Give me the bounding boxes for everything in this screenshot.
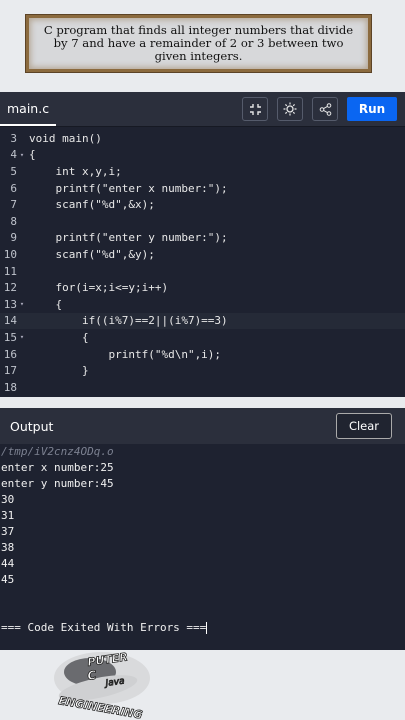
output-line: === Code Exited With Errors ===	[1, 621, 208, 634]
code-line[interactable]: 12 for(i=x;i<=y;i++)	[0, 279, 405, 296]
code-text: if((i%7)==2||(i%7)==3)	[29, 314, 228, 328]
fold-arrow-icon[interactable]: ▾	[17, 151, 27, 159]
editor-toolbar: main.c Run	[0, 92, 405, 127]
code-text: {	[29, 148, 36, 162]
line-number: 3	[10, 131, 17, 145]
run-button[interactable]: Run	[347, 97, 397, 121]
output-header: Output Clear	[0, 408, 405, 444]
code-text: }	[29, 364, 89, 378]
code-line[interactable]: 5 int x,y,i;	[0, 163, 405, 180]
code-line[interactable]: 11	[0, 263, 405, 280]
line-number: 9	[10, 231, 17, 245]
share-icon[interactable]	[312, 97, 338, 121]
title-banner: C program that finds all integer numbers…	[26, 15, 371, 72]
code-line[interactable]: 16 printf("%d\n",i);	[0, 346, 405, 363]
line-number: 6	[10, 181, 17, 195]
code-line[interactable]: 17 }	[0, 362, 405, 379]
code-line[interactable]: 10 scanf("%d",&y);	[0, 246, 405, 263]
code-line[interactable]: 15 ▾ {	[0, 329, 405, 346]
code-line[interactable]: 4 ▾{	[0, 147, 405, 164]
file-tab[interactable]: main.c	[0, 92, 57, 126]
line-number: 11	[3, 264, 17, 278]
code-line[interactable]: 13 ▾ {	[0, 296, 405, 313]
code-line[interactable]: 7 scanf("%d",&x);	[0, 196, 405, 213]
line-number: 5	[10, 164, 17, 178]
output-line: enter y number:45	[1, 477, 114, 490]
line-number: 10	[3, 247, 17, 261]
code-text: {	[29, 297, 63, 311]
line-number: 18	[3, 380, 17, 394]
output-console[interactable]: /tmp/iV2cnz4ODq.o enter x number:25 enter…	[0, 444, 405, 650]
code-text: void main()	[29, 131, 102, 145]
code-line[interactable]: 8	[0, 213, 405, 230]
line-number: 16	[3, 347, 17, 361]
fullscreen-exit-icon[interactable]	[242, 97, 268, 121]
code-line[interactable]: 9 printf("enter y number:");	[0, 230, 405, 247]
line-number: 8	[10, 214, 17, 228]
code-area[interactable]: 3 void main() 4 ▾{5 int x,y,i; 6 printf("ent…	[0, 127, 405, 396]
line-number: 17	[3, 364, 17, 378]
banner-text: C program that finds all integer numbers…	[43, 23, 354, 63]
output-line: 44	[1, 557, 15, 570]
output-path: /tmp/iV2cnz4ODq.o	[1, 445, 114, 458]
theme-toggle-icon[interactable]	[277, 97, 303, 121]
code-line[interactable]: 18	[0, 379, 405, 396]
code-text: scanf("%d",&y);	[29, 247, 155, 261]
fold-arrow-icon[interactable]: ▾	[17, 333, 27, 341]
code-line[interactable]: 6 printf("enter x number:");	[0, 180, 405, 197]
code-text: printf("%d\n",i);	[29, 347, 222, 361]
code-text: printf("enter y number:");	[29, 231, 228, 245]
output-label: Output	[10, 418, 54, 434]
output-line: 37	[1, 525, 15, 538]
output-line: 45	[1, 573, 15, 586]
code-text: int x,y,i;	[29, 164, 122, 178]
channel-logo: PUTERC JavaENGINEERING	[54, 650, 150, 720]
line-number: 15	[3, 330, 17, 344]
code-text: for(i=x;i<=y;i++)	[29, 281, 169, 295]
text-cursor	[206, 622, 208, 634]
line-number: 7	[10, 198, 17, 212]
output-line: 30	[1, 493, 15, 506]
fold-arrow-icon[interactable]: ▾	[17, 300, 27, 308]
code-text: {	[29, 330, 89, 344]
line-number: 12	[3, 281, 17, 295]
code-line[interactable]: 3 void main()	[0, 130, 405, 147]
output-line: 31	[1, 509, 15, 522]
output-line: enter x number:25	[1, 461, 114, 474]
line-number: 13	[3, 297, 17, 311]
line-number: 4	[10, 148, 17, 162]
code-text: printf("enter x number:");	[29, 181, 228, 195]
code-editor[interactable]: main.c Run 3 void main() 4 ▾{5 int x,y,i; 6 …	[0, 92, 405, 397]
code-line[interactable]: 14 if((i%7)==2||(i%7)==3)	[0, 312, 405, 330]
output-line: 38	[1, 541, 15, 554]
code-text: scanf("%d",&x);	[29, 198, 155, 212]
clear-button[interactable]: Clear	[336, 413, 392, 439]
line-number: 14	[3, 314, 17, 328]
